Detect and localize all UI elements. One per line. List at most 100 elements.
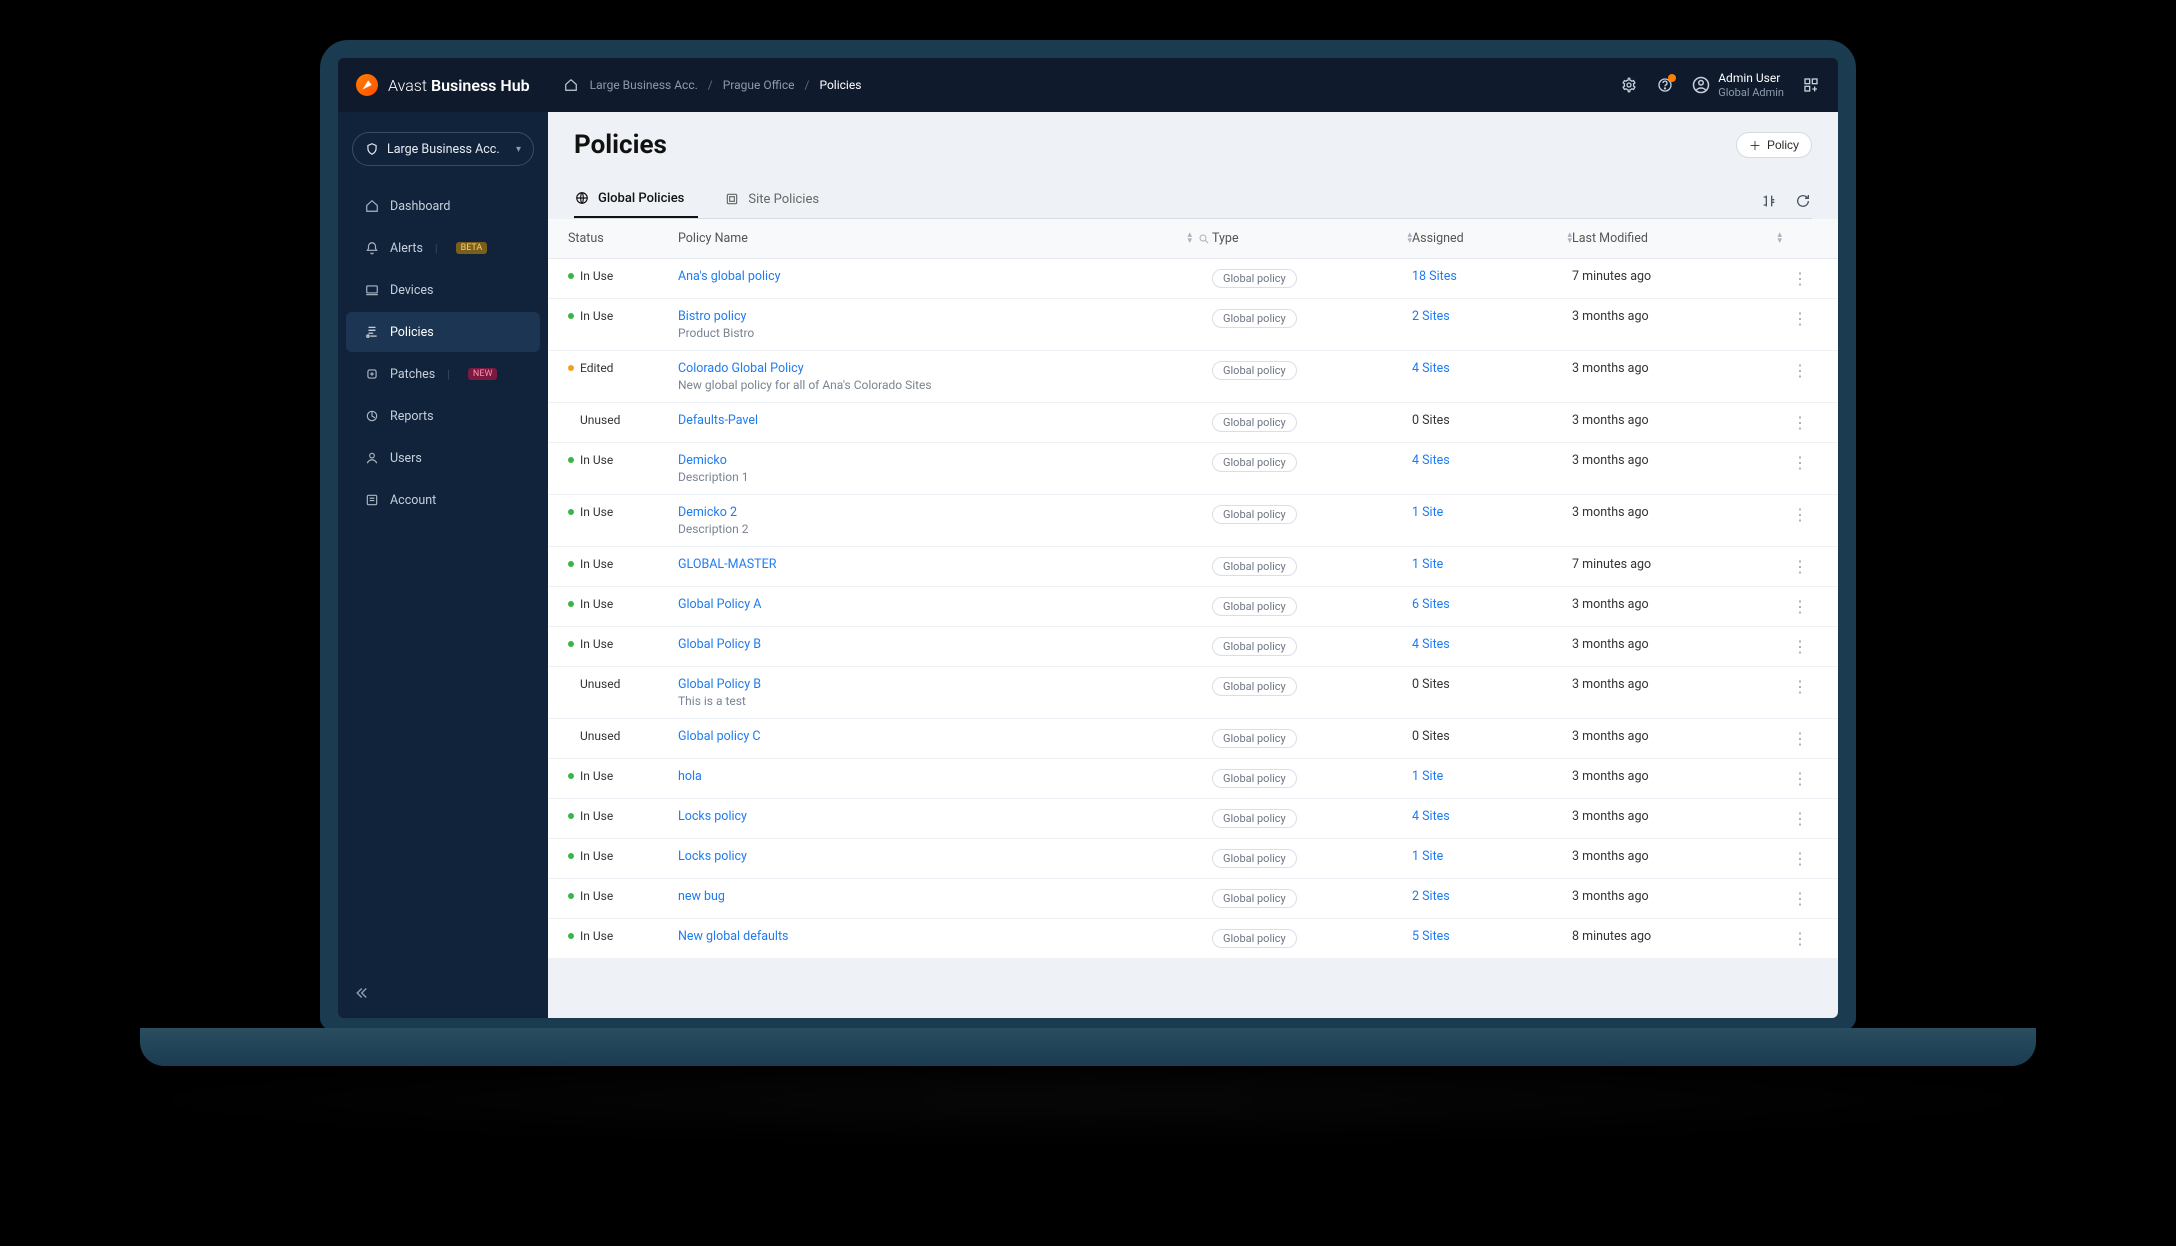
row-menu-icon[interactable]: ⋮ [1792, 809, 1808, 828]
policy-name-link[interactable]: Colorado Global Policy [678, 361, 804, 376]
help-icon[interactable] [1656, 76, 1674, 94]
assigned-link[interactable]: 1 Site [1412, 849, 1443, 864]
assigned-link[interactable]: 1 Site [1412, 769, 1443, 784]
th-type[interactable]: Type ▴▾ [1212, 231, 1412, 246]
status-dot [568, 813, 574, 819]
policy-name-link[interactable]: Global Policy B [678, 637, 761, 652]
policy-name-link[interactable]: Ana's global policy [678, 269, 781, 284]
policy-name-link[interactable]: Global Policy B [678, 677, 761, 692]
alerts-icon [364, 240, 380, 256]
sidebar-item-policies[interactable]: Policies [346, 312, 540, 352]
sidebar-item-devices[interactable]: Devices [346, 270, 540, 310]
row-menu-icon[interactable]: ⋮ [1792, 269, 1808, 288]
assigned-link[interactable]: 2 Sites [1412, 309, 1450, 324]
user-role: Global Admin [1718, 86, 1784, 99]
row-menu-icon[interactable]: ⋮ [1792, 849, 1808, 868]
sidebar-item-label: Account [390, 493, 436, 508]
policy-name-link[interactable]: Demicko 2 [678, 505, 737, 520]
assigned-link[interactable]: 2 Sites [1412, 889, 1450, 904]
row-menu-icon[interactable]: ⋮ [1792, 929, 1808, 948]
tab-global-policies[interactable]: Global Policies [574, 180, 698, 218]
policy-name-link[interactable]: Defaults-Pavel [678, 413, 758, 428]
add-policy-button[interactable]: ＋ Policy [1736, 132, 1812, 158]
policy-name-link[interactable]: new bug [678, 889, 725, 904]
status-dot [568, 509, 574, 515]
policy-name-link[interactable]: Demicko [678, 453, 727, 468]
status-label: In Use [580, 597, 613, 611]
assigned-link[interactable]: 4 Sites [1412, 453, 1450, 468]
account-selector[interactable]: Large Business Acc. ▾ [352, 132, 534, 166]
policy-name-link[interactable]: Locks policy [678, 809, 747, 824]
row-menu-icon[interactable]: ⋮ [1792, 361, 1808, 380]
column-settings-icon[interactable] [1760, 192, 1778, 210]
tab-site-policies[interactable]: Site Policies [724, 180, 833, 218]
breadcrumb-mid[interactable]: Prague Office [723, 78, 795, 92]
sidebar-item-dashboard[interactable]: Dashboard [346, 186, 540, 226]
collapse-sidebar-button[interactable] [352, 984, 370, 1002]
th-policy-name[interactable]: Policy Name ▴▾ [678, 231, 1212, 246]
assigned-link[interactable]: 5 Sites [1412, 929, 1450, 944]
assigned-link[interactable]: 4 Sites [1412, 361, 1450, 376]
row-menu-icon[interactable]: ⋮ [1792, 769, 1808, 788]
row-menu-icon[interactable]: ⋮ [1792, 729, 1808, 748]
assigned-link[interactable]: 18 Sites [1412, 269, 1457, 284]
breadcrumb-sep: / [805, 78, 810, 92]
assigned-link[interactable]: 1 Site [1412, 557, 1443, 572]
status-label: In Use [580, 849, 613, 863]
th-status[interactable]: Status [568, 231, 678, 246]
modified-label: 3 months ago [1572, 849, 1649, 864]
sidebar-item-users[interactable]: Users [346, 438, 540, 478]
row-menu-icon[interactable]: ⋮ [1792, 597, 1808, 616]
row-menu-icon[interactable]: ⋮ [1792, 557, 1808, 576]
search-icon[interactable] [1198, 233, 1212, 245]
row-menu-icon[interactable]: ⋮ [1792, 453, 1808, 472]
sidebar-item-reports[interactable]: Reports [346, 396, 540, 436]
breadcrumb-root[interactable]: Large Business Acc. [590, 78, 698, 92]
table-row: In Usenew bugGlobal policy2 Sites3 month… [548, 879, 1838, 919]
settings-icon[interactable] [1620, 76, 1638, 94]
th-modified[interactable]: Last Modified ▴▾ [1572, 231, 1782, 246]
reports-icon [364, 408, 380, 424]
sidebar-item-patches[interactable]: Patches|NEW [346, 354, 540, 394]
table-row: UnusedGlobal policy CGlobal policy0 Site… [548, 719, 1838, 759]
policy-name-link[interactable]: GLOBAL-MASTER [678, 557, 776, 572]
row-menu-icon[interactable]: ⋮ [1792, 309, 1808, 328]
status-label: Unused [580, 729, 620, 743]
status-dot [568, 853, 574, 859]
brand-text: Avast Business Hub [388, 76, 530, 95]
assigned-link[interactable]: 1 Site [1412, 505, 1443, 520]
row-menu-icon[interactable]: ⋮ [1792, 505, 1808, 524]
status-dot [568, 933, 574, 939]
brand[interactable]: Avast Business Hub [356, 74, 548, 96]
user-menu[interactable]: Admin User Global Admin [1692, 71, 1784, 99]
assigned-link: 0 Sites [1412, 729, 1450, 744]
table-row: In UseholaGlobal policy1 Site3 months ag… [548, 759, 1838, 799]
row-menu-icon[interactable]: ⋮ [1792, 413, 1808, 432]
row-menu-icon[interactable]: ⋮ [1792, 637, 1808, 656]
assigned-link[interactable]: 6 Sites [1412, 597, 1450, 612]
modified-label: 3 months ago [1572, 505, 1649, 520]
policy-name-link[interactable]: hola [678, 769, 702, 784]
policy-name-link[interactable]: Global Policy A [678, 597, 761, 612]
sidebar-item-label: Devices [390, 283, 433, 298]
policy-name-link[interactable]: Locks policy [678, 849, 747, 864]
policies-icon [364, 324, 380, 340]
th-assigned[interactable]: Assigned ▴▾ [1412, 231, 1572, 246]
type-badge: Global policy [1212, 769, 1297, 788]
sidebar-item-alerts[interactable]: Alerts|BETA [346, 228, 540, 268]
grid-apps-icon[interactable] [1802, 76, 1820, 94]
policy-name-link[interactable]: Bistro policy [678, 309, 746, 324]
plus-icon: ＋ [1749, 137, 1761, 154]
home-icon[interactable] [562, 76, 580, 94]
page-header: Policies ＋ Policy Global PoliciesSite Po… [548, 112, 1838, 219]
assigned-link[interactable]: 4 Sites [1412, 809, 1450, 824]
assigned-link[interactable]: 4 Sites [1412, 637, 1450, 652]
row-menu-icon[interactable]: ⋮ [1792, 889, 1808, 908]
policy-name-link[interactable]: Global policy C [678, 729, 761, 744]
table-row: In UseLocks policyGlobal policy1 Site3 m… [548, 839, 1838, 879]
row-menu-icon[interactable]: ⋮ [1792, 677, 1808, 696]
refresh-icon[interactable] [1794, 192, 1812, 210]
policy-name-link[interactable]: New global defaults [678, 929, 788, 944]
sidebar-item-account[interactable]: Account [346, 480, 540, 520]
modified-label: 3 months ago [1572, 677, 1649, 692]
